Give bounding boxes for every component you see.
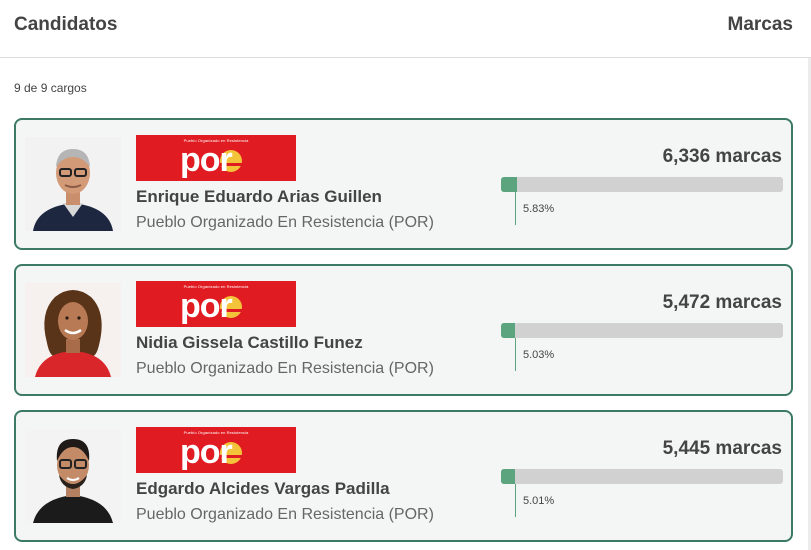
candidate-card[interactable]: Pueblo Organizado en Resistencia por Nid… <box>14 264 793 396</box>
candidate-party: Pueblo Organizado En Resistencia (POR) <box>136 214 434 231</box>
vote-progress-bar <box>501 323 783 338</box>
party-logo-mark: por <box>180 433 233 471</box>
candidate-photo <box>25 137 121 231</box>
candidate-party: Pueblo Organizado En Resistencia (POR) <box>136 360 434 377</box>
vote-count: 5,472 marcas <box>662 292 782 313</box>
candidate-name: Enrique Eduardo Arias Guillen <box>136 187 382 206</box>
party-logo: Pueblo Organizado en Resistencia por <box>136 281 296 327</box>
candidate-name: Nidia Gissela Castillo Funez <box>136 333 363 352</box>
party-logo-mark: por <box>180 141 233 179</box>
vote-percent: 5.83% <box>523 203 555 215</box>
percent-marker <box>515 192 516 225</box>
party-logo: Pueblo Organizado en Resistencia por <box>136 427 296 473</box>
candidate-photo <box>25 283 121 377</box>
vote-progress-fill <box>501 323 516 338</box>
percent-marker <box>515 484 516 517</box>
percent-marker <box>515 338 516 371</box>
marks-heading: Marcas <box>727 14 794 35</box>
candidates-heading: Candidatos <box>14 14 118 35</box>
vote-progress-fill <box>501 469 516 484</box>
vote-count: 6,336 marcas <box>662 146 782 167</box>
results-header: Candidatos Marcas <box>0 0 811 58</box>
candidate-card[interactable]: Pueblo Organizado en Resistencia por Edg… <box>14 410 793 542</box>
party-logo-mark: por <box>180 287 233 325</box>
vote-progress-fill <box>501 177 518 192</box>
vote-percent: 5.01% <box>523 495 555 507</box>
vote-count: 5,445 marcas <box>662 438 782 459</box>
candidate-name: Edgardo Alcides Vargas Padilla <box>136 479 390 498</box>
candidate-card[interactable]: Pueblo Organizado en Resistencia por Enr… <box>14 118 793 250</box>
vote-percent: 5.03% <box>523 349 555 361</box>
vote-progress-bar <box>501 469 783 484</box>
vote-progress-bar <box>501 177 783 192</box>
candidate-party: Pueblo Organizado En Resistencia (POR) <box>136 506 434 523</box>
positions-count: 9 de 9 cargos <box>14 81 87 95</box>
party-logo: Pueblo Organizado en Resistencia por <box>136 135 296 181</box>
candidate-photo <box>25 429 121 523</box>
